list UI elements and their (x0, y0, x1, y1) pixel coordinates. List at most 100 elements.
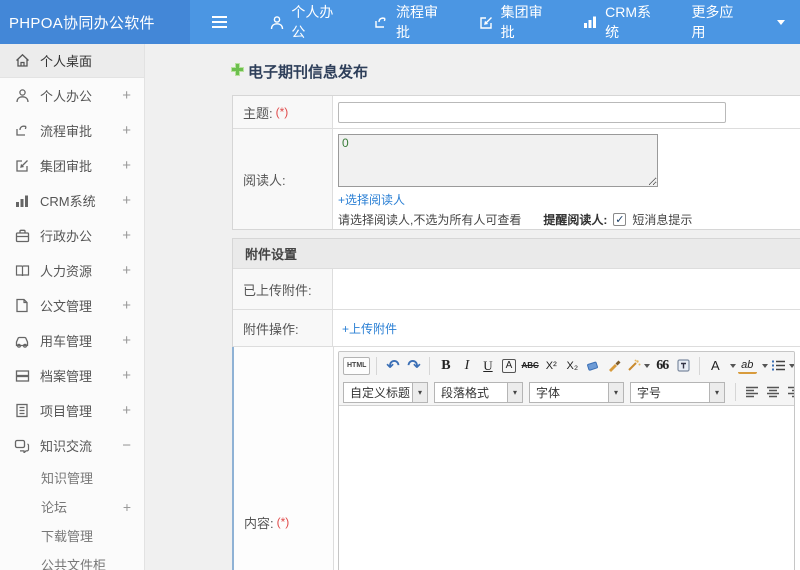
expand-plus-icon[interactable]: + (122, 297, 131, 314)
nav-personal-office[interactable]: 个人办公 (255, 0, 359, 44)
custom-heading-dropdown[interactable]: 自定义标题 ▾ (343, 381, 428, 403)
expand-plus-icon[interactable]: + (122, 367, 131, 384)
subscript-button[interactable]: X₂ (563, 356, 582, 376)
ordered-list-icon[interactable] (770, 356, 794, 376)
expand-plus-icon[interactable]: + (122, 192, 131, 209)
uploaded-attachments-row: 已上传附件: (233, 269, 800, 310)
font-family-dropdown[interactable]: 字体 ▾ (529, 381, 624, 403)
car-icon (14, 333, 30, 349)
editor-toolbar-row1: HTML ↶ ↷ B I U A ABC X² X₂ 66 A ab (339, 352, 794, 379)
chevron-down-icon: ▾ (709, 382, 724, 402)
blockquote-button[interactable]: 66 (653, 356, 672, 376)
align-center-icon[interactable] (763, 382, 782, 402)
nav-more-apps[interactable]: 更多应用 (676, 0, 760, 44)
expand-plus-icon[interactable]: + (122, 262, 131, 279)
sidebar-subitem-forum[interactable]: 论坛 + (0, 492, 144, 521)
autoformat-wand-icon[interactable] (626, 356, 651, 376)
sidebar-item-document-mgmt[interactable]: 公文管理 + (0, 288, 144, 323)
sidebar-item-desktop[interactable]: 个人桌面 (0, 44, 144, 78)
expand-plus-icon[interactable]: + (122, 402, 131, 419)
caret-down-icon (643, 363, 650, 368)
expand-plus-icon[interactable]: + (122, 157, 131, 174)
sms-label: 短消息提示 (632, 213, 693, 227)
sidebar-subitem-download-mgmt[interactable]: 下载管理 (0, 521, 144, 550)
content-row: 内容: (*) HTML ↶ ↷ B I U A ABC X² X₂ 66 A … (232, 347, 800, 570)
attachment-operation-label: 附件操作: (243, 321, 299, 337)
italic-button[interactable]: I (457, 356, 476, 376)
caret-down-icon[interactable] (761, 363, 768, 368)
share-icon (14, 123, 30, 139)
sidebar-item-project-mgmt[interactable]: 项目管理 + (0, 393, 144, 428)
sidebar-item-group-approval[interactable]: 集团审批 + (0, 148, 144, 183)
attachments-section-title: 附件设置 (245, 247, 298, 262)
upload-attachment-link[interactable]: +上传附件 (342, 320, 397, 337)
expand-plus-icon[interactable]: + (122, 332, 131, 349)
redo-icon[interactable]: ↷ (404, 356, 423, 376)
sidebar-item-admin-office[interactable]: 行政办公 + (0, 218, 144, 253)
strikethrough-button[interactable]: ABC (520, 356, 539, 376)
editor-content-area[interactable] (339, 406, 794, 570)
edit-icon (14, 158, 30, 174)
font-color-button[interactable]: A (706, 356, 725, 376)
book-icon (14, 263, 30, 279)
expand-plus-icon[interactable]: + (122, 227, 131, 244)
underline-button[interactable]: U (478, 356, 497, 376)
expand-plus-icon[interactable]: + (122, 122, 131, 139)
person-icon (270, 15, 284, 30)
superscript-button[interactable]: X² (542, 356, 561, 376)
nav-workflow-approval[interactable]: 流程审批 (359, 0, 464, 44)
nav-group-approval[interactable]: 集团审批 (464, 0, 569, 44)
top-navigation: 个人办公 流程审批 集团审批 CRM系统 更多应用 (255, 0, 800, 44)
eraser-icon[interactable] (584, 356, 603, 376)
briefcase-icon (14, 228, 30, 244)
subject-row: 主题: (*) (233, 96, 800, 129)
hamburger-menu-icon[interactable] (212, 0, 231, 44)
sms-checkbox[interactable]: ✓ (613, 213, 627, 226)
select-readers-link[interactable]: +选择阅读人 (338, 191, 405, 208)
sidebar-item-workflow-approval[interactable]: 流程审批 + (0, 113, 144, 148)
font-size-dropdown[interactable]: 字号 ▾ (630, 381, 725, 403)
sidebar-subitem-public-cabinet[interactable]: 公共文件柜 (0, 550, 144, 570)
caret-down-icon[interactable] (729, 363, 736, 368)
uploaded-attachments-label: 已上传附件: (243, 282, 312, 298)
align-left-icon[interactable] (742, 382, 761, 402)
attachments-content-table: 附件设置 已上传附件: 附件操作: +上传附件 内容: (*) HTML ↶ ↷… (232, 238, 800, 570)
sidebar-item-crm[interactable]: CRM系统 + (0, 183, 144, 218)
html-source-button[interactable]: HTML (343, 356, 371, 375)
nav-more-dropdown[interactable] (760, 0, 800, 44)
expand-plus-icon[interactable]: + (122, 87, 131, 104)
font-border-button[interactable]: A (501, 358, 516, 373)
attachment-operation-row: 附件操作: +上传附件 (233, 310, 800, 347)
sidebar-item-archive-mgmt[interactable]: 档案管理 + (0, 358, 144, 393)
caret-down-icon (788, 363, 794, 368)
highlight-color-button[interactable]: ab (737, 358, 757, 374)
undo-icon[interactable]: ↶ (383, 356, 402, 376)
align-right-icon[interactable] (784, 382, 794, 402)
paragraph-format-dropdown[interactable]: 段落格式 ▾ (434, 381, 523, 403)
page-title: 电子期刊信息发布 (230, 61, 800, 81)
nav-crm-system[interactable]: CRM系统 (568, 0, 676, 44)
archive-icon (14, 368, 30, 384)
sidebar-subitem-knowledge-mgmt[interactable]: 知识管理 (0, 463, 144, 492)
editor-toolbar-row2: 自定义标题 ▾ 段落格式 ▾ 字体 ▾ 字号 ▾ (339, 379, 794, 406)
readers-hint: 请选择阅读人,不选为所有人可查看 (338, 213, 522, 227)
subject-input[interactable] (338, 101, 726, 123)
sidebar-item-vehicle-mgmt[interactable]: 用车管理 + (0, 323, 144, 358)
readers-textarea[interactable]: 0 (338, 134, 658, 187)
sidebar: 个人桌面 个人办公 + 流程审批 + 集团审批 + CRM系统 + 行政办公 +… (0, 44, 145, 570)
caret-down-icon (776, 19, 785, 25)
paste-as-text-icon[interactable] (674, 356, 693, 376)
sidebar-item-personal-office[interactable]: 个人办公 + (0, 78, 144, 113)
app-logo: PHPOA协同办公软件 (0, 0, 190, 44)
content-label: 内容: (244, 515, 274, 531)
chevron-down-icon: ▾ (507, 382, 522, 402)
chevron-down-icon: ▾ (608, 382, 623, 402)
format-brush-icon[interactable] (605, 356, 624, 376)
sidebar-item-hr[interactable]: 人力资源 + (0, 253, 144, 288)
sidebar-item-knowledge-exchange[interactable]: 知识交流 − (0, 428, 144, 463)
required-mark: (*) (275, 105, 289, 119)
expand-plus-icon[interactable]: + (123, 499, 131, 515)
bold-button[interactable]: B (436, 356, 455, 376)
uploaded-attachments-value (333, 269, 800, 309)
collapse-minus-icon[interactable]: − (122, 437, 131, 454)
